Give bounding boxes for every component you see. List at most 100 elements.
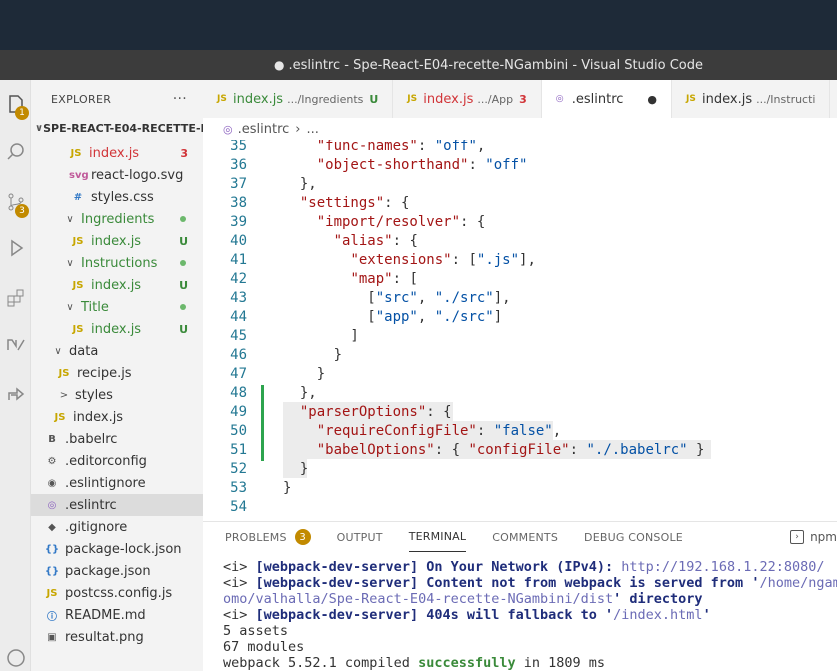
- share-icon[interactable]: [0, 376, 31, 412]
- code-line: 36 "object-shorthand": "off": [203, 155, 837, 174]
- folder-item[interactable]: ∨ data: [31, 340, 203, 362]
- account-icon[interactable]: [0, 640, 31, 671]
- file-item[interactable]: ⚙ .editorconfig: [31, 450, 203, 472]
- code-line: 52 }: [203, 459, 837, 478]
- file-type-icon: JS: [70, 147, 82, 159]
- line-number: 50: [230, 422, 247, 439]
- file-item[interactable]: JS index.js U: [31, 318, 203, 340]
- line-number: 41: [230, 251, 247, 268]
- tab-file-icon: ◎: [555, 94, 564, 104]
- terminal-icon: ›: [790, 530, 805, 544]
- line-number: 46: [230, 346, 247, 363]
- line-content: "babelOptions": { "configFile": "./.babe…: [316, 441, 705, 458]
- explorer-badge: 1: [15, 106, 29, 120]
- file-item[interactable]: ◎ .eslintrc: [31, 494, 203, 516]
- file-item[interactable]: JS index.js 3: [31, 142, 203, 164]
- tree-item-label: .eslintignore: [65, 475, 146, 491]
- file-item[interactable]: B .babelrc: [31, 428, 203, 450]
- panel-tabs: PROBLEMS 3 OUTPUT TERMINAL COMMENTS DEBUG CON…: [203, 522, 837, 552]
- terminal-text: omo/valhalla/Spe-React-E04-recette-NGamb…: [223, 591, 614, 607]
- terminal-output[interactable]: <i> [webpack-dev-server] On Your Network…: [223, 559, 837, 671]
- panel-tab-label: PROBLEMS: [225, 530, 287, 544]
- file-item[interactable]: JS index.js: [31, 406, 203, 428]
- file-item[interactable]: ▣ resultat.png: [31, 626, 203, 648]
- remote-explorer-icon[interactable]: [0, 328, 31, 364]
- terminal-text: ' directory: [613, 591, 703, 607]
- code-line: 45 ]: [203, 326, 837, 345]
- panel-tab-problems[interactable]: PROBLEMS 3: [225, 522, 311, 552]
- tree-item-label: postcss.config.js: [65, 585, 173, 601]
- terminal-selector[interactable]: › npm: [790, 530, 837, 544]
- problems-badge: 3: [294, 529, 311, 545]
- file-item[interactable]: # styles.css: [31, 186, 203, 208]
- terminal-text: 67 modules: [223, 639, 305, 655]
- terminal-text: /index.html: [613, 607, 703, 623]
- window-title-bar: ● .eslintrc - Spe-React-E04-recette-NGam…: [0, 50, 837, 80]
- code-line: 40 "alias": {: [203, 231, 837, 250]
- breadcrumb-separator: ›: [295, 121, 301, 137]
- line-content: },: [283, 384, 317, 401]
- terminal-text: Content not from webpack is served from …: [418, 575, 760, 591]
- terminal-line: <i> [webpack-dev-server] 404s will fallb…: [223, 607, 837, 623]
- panel-tab-label: COMMENTS: [492, 530, 559, 544]
- line-number: 47: [230, 365, 247, 382]
- panel-tab-terminal[interactable]: TERMINAL: [408, 522, 467, 552]
- terminal-text: <i>: [223, 575, 256, 591]
- file-item[interactable]: JS index.js U: [31, 274, 203, 296]
- code-line: 38 "settings": {: [203, 193, 837, 212]
- line-number: 49: [230, 403, 247, 420]
- editor-tab[interactable]: JS index.js .../Instructi: [672, 80, 831, 118]
- panel-tab-debug-console[interactable]: DEBUG CONSOLE: [584, 522, 683, 552]
- explorer-icon[interactable]: 1: [0, 86, 31, 122]
- folder-item[interactable]: ∨ Instructions: [31, 252, 203, 274]
- tree-item-label: index.js: [91, 321, 142, 337]
- code-line: 51 "babelOptions": { "configFile": "./.b…: [203, 440, 837, 459]
- folder-item[interactable]: > styles: [31, 384, 203, 406]
- panel-tab-label: DEBUG CONSOLE: [584, 530, 683, 544]
- line-number: 36: [230, 156, 247, 173]
- line-content: "parserOptions": {: [299, 403, 452, 420]
- file-item[interactable]: ⓘ README.md: [31, 604, 203, 626]
- terminal-text: 404s will fallback to ': [418, 607, 614, 623]
- file-item[interactable]: svg react-logo.svg: [31, 164, 203, 186]
- tab-file-icon: JS: [407, 94, 418, 104]
- tree-item-label: .babelrc: [65, 431, 118, 447]
- editor-tab[interactable]: JS index.js .../App 3: [393, 80, 542, 118]
- panel-tab-comments[interactable]: COMMENTS: [492, 522, 558, 552]
- file-item[interactable]: ◆ .gitignore: [31, 516, 203, 538]
- file-item[interactable]: JS postcss.config.js: [31, 582, 203, 604]
- editor-tab[interactable]: ◎ .eslintrc ●: [541, 80, 673, 118]
- explorer-header: EXPLORER ···: [31, 80, 203, 118]
- project-folder[interactable]: ∨ SPE-REACT-E04-RECETTE-NG...: [31, 118, 203, 138]
- folder-item[interactable]: ∨ Title: [31, 296, 203, 318]
- file-item[interactable]: {} package-lock.json: [31, 538, 203, 560]
- breadcrumb-file[interactable]: .eslintrc: [238, 122, 290, 137]
- run-debug-icon[interactable]: [0, 230, 31, 266]
- file-item[interactable]: {} package.json: [31, 560, 203, 582]
- chevron-down-icon: ∨: [66, 257, 74, 269]
- code-editor[interactable]: 35 "func-names": "off", 36 "object-shorth…: [203, 140, 837, 518]
- tab-label: index.js: [702, 91, 753, 107]
- tree-item-label: Instructions: [81, 255, 158, 271]
- terminal-line: omo/valhalla/Spe-React-E04-recette-NGamb…: [223, 591, 837, 607]
- chevron-right-icon: >: [59, 389, 69, 401]
- git-status-dot: [180, 260, 186, 266]
- source-control-icon[interactable]: 3: [0, 184, 31, 220]
- breadcrumb-rest[interactable]: ...: [306, 122, 318, 137]
- file-type-icon: ◎: [47, 499, 57, 511]
- more-actions-icon[interactable]: ···: [173, 91, 187, 107]
- panel-tab-output[interactable]: OUTPUT: [337, 522, 383, 552]
- tab-label: index.js: [423, 91, 474, 107]
- terminal-text: successfully: [418, 655, 516, 671]
- file-type-icon: JS: [72, 279, 84, 291]
- tree-item-label: index.js: [91, 233, 142, 249]
- extensions-icon[interactable]: [0, 280, 31, 316]
- line-number: 51: [230, 441, 247, 458]
- file-item[interactable]: ◉ .eslintignore: [31, 472, 203, 494]
- folder-item[interactable]: ∨ Ingredients: [31, 208, 203, 230]
- unsaved-dot-icon[interactable]: ●: [647, 93, 657, 106]
- file-item[interactable]: JS recipe.js: [31, 362, 203, 384]
- file-item[interactable]: JS index.js U: [31, 230, 203, 252]
- search-icon[interactable]: [0, 134, 31, 170]
- editor-tab[interactable]: JS index.js .../Ingredients U: [203, 80, 394, 118]
